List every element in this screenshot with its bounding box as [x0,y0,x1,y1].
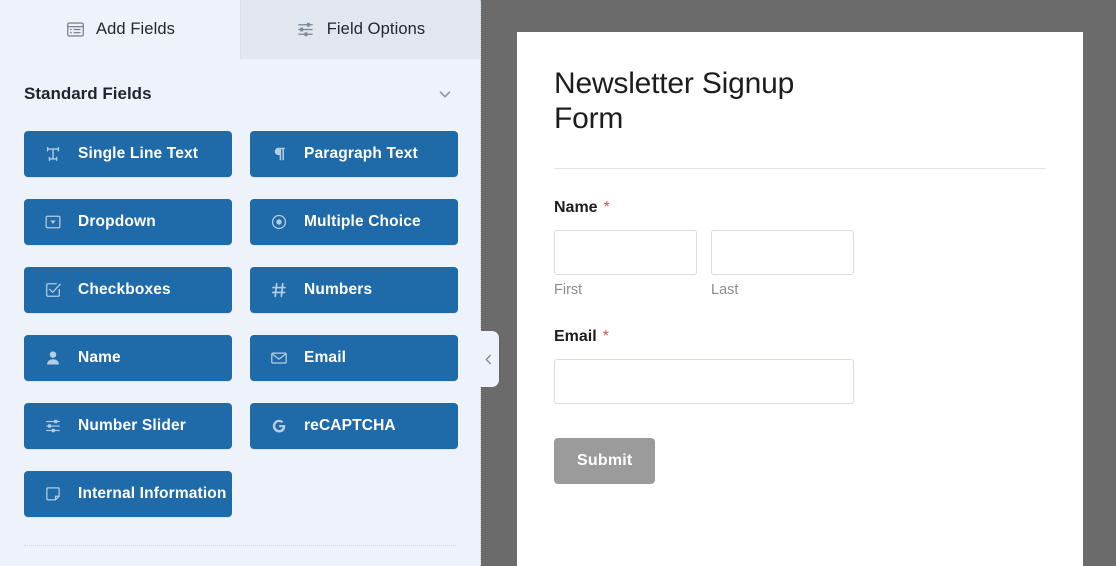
preview-field-email: Email * [554,328,1046,405]
field-button-internal-information[interactable]: Internal Information [24,471,232,517]
standard-fields-grid: Single Line Text Paragraph Text Dropdown… [0,123,480,517]
field-button-label: Name [78,349,121,366]
radio-icon [269,213,288,232]
field-button-label: Multiple Choice [304,213,421,230]
field-button-paragraph-text[interactable]: Paragraph Text [250,131,458,177]
checkbox-icon [43,281,62,300]
field-button-label: Internal Information [78,485,227,502]
last-name-sublabel: Last [711,282,739,299]
last-name-input[interactable] [711,230,854,276]
required-marker: * [602,328,609,346]
standard-fields-title: Standard Fields [24,84,152,103]
field-button-name[interactable]: Name [24,335,232,381]
field-label-name: Name * [554,199,1046,217]
field-button-label: Dropdown [78,213,156,230]
email-field[interactable] [554,359,854,405]
submit-button[interactable]: Submit [554,438,656,485]
sliders-icon [296,20,316,40]
text-cursor-icon [43,145,62,164]
slider-icon [43,417,62,436]
tab-field-options[interactable]: Field Options [240,0,480,59]
name-first-col: First [554,230,697,298]
add-fields-icon [65,20,85,40]
field-button-multiple-choice[interactable]: Multiple Choice [250,199,458,245]
note-icon [43,485,62,504]
field-button-numbers[interactable]: Numbers [250,267,458,313]
tab-add-fields-label: Add Fields [96,20,175,38]
field-button-checkboxes[interactable]: Checkboxes [24,267,232,313]
form-preview-card: Newsletter Signup Form Name * First Last [517,32,1083,566]
field-button-single-line-text[interactable]: Single Line Text [24,131,232,177]
pilcrow-icon [269,145,288,164]
tab-add-fields[interactable]: Add Fields [0,0,240,59]
google-g-icon [269,417,288,436]
field-label-text: Name [554,199,598,217]
chevron-down-icon[interactable] [436,85,454,103]
dropdown-icon [43,213,62,232]
field-button-dropdown[interactable]: Dropdown [24,199,232,245]
field-button-label: Numbers [304,281,373,298]
panel-collapse-handle[interactable] [477,331,499,387]
field-button-label: Number Slider [78,417,186,434]
name-last-col: Last [711,230,854,298]
field-button-email[interactable]: Email [250,335,458,381]
field-button-recaptcha[interactable]: reCAPTCHA [250,403,458,449]
field-button-number-slider[interactable]: Number Slider [24,403,232,449]
chevron-left-icon [485,354,491,364]
form-builder-screen: Add Fields Field Options Standard Fields… [0,0,1116,566]
field-button-label: Paragraph Text [304,145,418,162]
hash-icon [269,281,288,300]
name-inputs-row: First Last [554,230,1046,298]
email-input-wrap [554,359,854,405]
field-button-label: Checkboxes [78,281,171,298]
preview-field-name: Name * First Last [554,199,1046,298]
tab-field-options-label: Field Options [326,20,426,38]
field-label-text: Email [554,328,597,346]
builder-tabs: Add Fields Field Options [0,0,480,59]
builder-panel: Add Fields Field Options Standard Fields… [0,0,481,566]
title-divider [554,168,1046,170]
field-label-email: Email * [554,328,1046,346]
section-divider [24,545,456,546]
submit-wrap: Submit [554,438,1046,485]
user-icon [43,349,62,368]
field-button-label: Email [304,349,347,366]
field-button-label: Single Line Text [78,145,199,162]
first-name-sublabel: First [554,282,583,299]
field-button-label: reCAPTCHA [304,417,396,434]
page-title: Newsletter Signup Form [554,67,795,136]
first-name-input[interactable] [554,230,697,276]
standard-fields-section-header[interactable]: Standard Fields [0,65,480,123]
envelope-icon [269,349,288,368]
required-marker: * [603,199,610,217]
